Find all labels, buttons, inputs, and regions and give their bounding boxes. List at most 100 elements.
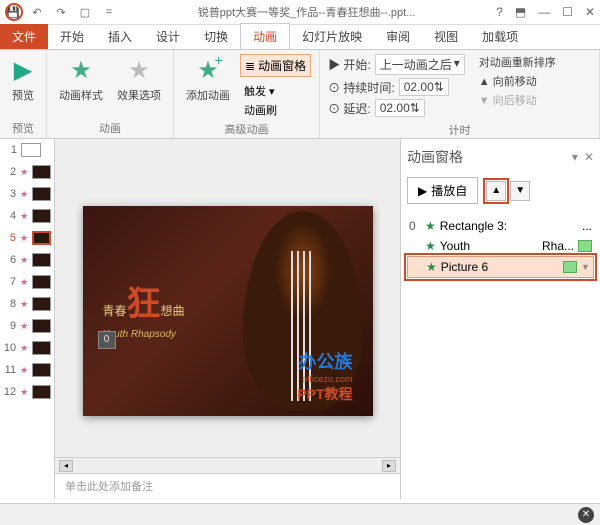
thumb-11[interactable]: 11 ★ (0, 359, 54, 381)
help-icon[interactable]: ? (496, 5, 503, 19)
tab-file[interactable]: 文件 (0, 24, 48, 49)
preview-button[interactable]: ▶ 预览 (8, 54, 38, 105)
thumb-2[interactable]: 2★ (0, 161, 54, 183)
anim-indicator-icon: ★ (20, 211, 28, 222)
anim-tag[interactable]: 0 (98, 331, 116, 349)
thumb-mini (32, 209, 51, 223)
move-up-button[interactable]: ▲ (486, 181, 506, 201)
thumb-mini (32, 363, 51, 377)
animation-pane-button[interactable]: ≣ 动画窗格 (240, 54, 311, 77)
group-label-advanced: 高级动画 (182, 119, 311, 137)
thumb-num: 11 (3, 364, 16, 376)
thumb-4[interactable]: 4★ (0, 205, 54, 227)
thumb-mini (32, 231, 51, 245)
maximize-icon[interactable]: ☐ (562, 5, 573, 19)
notes-pane[interactable]: 单击此处添加备注 (55, 473, 400, 499)
minimize-icon[interactable]: — (538, 5, 550, 19)
thumb-8[interactable]: 8★ (0, 293, 54, 315)
effect-options-button[interactable]: ★ 效果选项 (113, 54, 165, 105)
window-title: 锐普ppt大赛一等奖_作品--青春狂想曲--.ppt... (117, 4, 496, 20)
thumb-num: 3 (3, 188, 16, 200)
tab-slideshow[interactable]: 幻灯片放映 (290, 24, 374, 49)
preview-label: 预览 (12, 87, 34, 103)
thumb-mini (32, 165, 51, 179)
thumb-mini (32, 253, 51, 267)
start-label: ▶ 开始: (328, 56, 371, 73)
anim-indicator-icon: ★ (20, 189, 28, 200)
thumb-9[interactable]: 9★ (0, 315, 54, 337)
ribbon-options-icon[interactable]: ⬒ (515, 5, 526, 19)
slide-canvas[interactable]: 青春狂想曲 Youth Rhapsody 0 办公族 officezu.com … (55, 139, 400, 457)
tab-insert[interactable]: 插入 (96, 24, 144, 49)
play-from-button[interactable]: ▶ 播放自 (407, 177, 478, 204)
scroll-right-icon[interactable]: ▸ (382, 460, 396, 472)
scroll-left-icon[interactable]: ◂ (59, 460, 73, 472)
thumb-1[interactable]: 1 (0, 139, 54, 161)
thumb-num: 10 (3, 342, 16, 354)
anim-item-youth[interactable]: ★ Youth Rha... (407, 236, 594, 256)
group-animation: ★ 动画样式 ★ 效果选项 动画 (47, 50, 174, 138)
thumb-12[interactable]: 12★ (0, 381, 54, 403)
move-down-button[interactable]: ▼ (510, 181, 530, 201)
anim-name: Picture 6 (441, 260, 559, 274)
star-icon: ★ (425, 239, 436, 253)
tab-animations[interactable]: 动画 (240, 23, 290, 49)
status-close-icon[interactable]: ✕ (578, 507, 594, 523)
thumb-num: 8 (3, 298, 16, 310)
anim-indicator-icon: ★ (20, 365, 28, 376)
thumb-num: 7 (3, 276, 16, 288)
undo-icon[interactable]: ↶ (29, 4, 45, 20)
watermark-line3: PPT教程 (297, 384, 352, 404)
anim-name: Rectangle 3: (440, 219, 578, 233)
pane-close-icon[interactable]: ✕ (584, 150, 594, 164)
anim-style-label: 动画样式 (59, 87, 103, 103)
star-icon: ★ (70, 56, 92, 85)
window-controls: ? ⬒ — ☐ ✕ (496, 5, 595, 19)
thumb-5[interactable]: 5★ (0, 227, 54, 249)
anim-style-button[interactable]: ★ 动画样式 (55, 54, 107, 105)
tab-transitions[interactable]: 切换 (192, 24, 240, 49)
close-icon[interactable]: ✕ (585, 5, 595, 19)
slideshow-icon[interactable]: ▢ (77, 4, 93, 20)
thumb-10[interactable]: 10★ (0, 337, 54, 359)
thumb-3[interactable]: 3★ (0, 183, 54, 205)
watermark-line1: 办公族 (297, 348, 352, 374)
tab-addins[interactable]: 加载项 (470, 24, 530, 49)
anim-indicator-icon: ★ (20, 233, 28, 244)
pane-icon: ≣ (245, 59, 255, 73)
thumb-num: 9 (3, 320, 16, 332)
anim-painter-button[interactable]: 动画刷 (240, 101, 311, 119)
thumb-mini (32, 341, 51, 355)
move-earlier-button[interactable]: ▲ 向前移动 (479, 73, 556, 89)
qat-more-icon[interactable]: = (101, 4, 117, 20)
group-label-preview: 预览 (8, 118, 38, 136)
chevron-down-icon[interactable]: ▼ (581, 262, 591, 272)
tab-view[interactable]: 视图 (422, 24, 470, 49)
trigger-button[interactable]: 触发 ▾ (240, 82, 311, 100)
anim-pane-title: 动画窗格 (407, 147, 463, 167)
pane-options-icon[interactable]: ▾ (572, 150, 578, 164)
watermark-line2: officezu.com (297, 374, 352, 384)
anim-item-picture6[interactable]: ★ Picture 6 ▼ (407, 256, 594, 278)
title-big: 狂 (127, 285, 161, 323)
titlebar: 💾 ↶ ↷ ▢ = 锐普ppt大赛一等奖_作品--青春狂想曲--.ppt... … (0, 0, 600, 25)
anim-indicator-icon: ★ (20, 299, 28, 310)
tab-home[interactable]: 开始 (48, 24, 96, 49)
horizontal-scrollbar[interactable]: ◂ ▸ (55, 457, 400, 473)
group-preview: ▶ 预览 预览 (0, 50, 47, 138)
add-animation-button[interactable]: ★+ 添加动画 (182, 54, 234, 105)
thumb-num: 1 (3, 144, 17, 156)
anim-item-rectangle[interactable]: 0 ★ Rectangle 3: ... (407, 216, 594, 236)
tab-design[interactable]: 设计 (144, 24, 192, 49)
thumb-7[interactable]: 7★ (0, 271, 54, 293)
redo-icon[interactable]: ↷ (53, 4, 69, 20)
group-label-anim: 动画 (55, 118, 165, 136)
add-anim-label: 添加动画 (186, 87, 230, 103)
delay-spinner[interactable]: 02.00⇅ (375, 99, 425, 117)
thumb-6[interactable]: 6★ (0, 249, 54, 271)
tab-review[interactable]: 审阅 (374, 24, 422, 49)
anim-indicator-icon: ★ (20, 255, 28, 266)
duration-spinner[interactable]: 02.00⇅ (399, 78, 449, 96)
play-icon: ▶ (418, 184, 427, 198)
start-dropdown[interactable]: 上一动画之后▾ (375, 54, 465, 75)
